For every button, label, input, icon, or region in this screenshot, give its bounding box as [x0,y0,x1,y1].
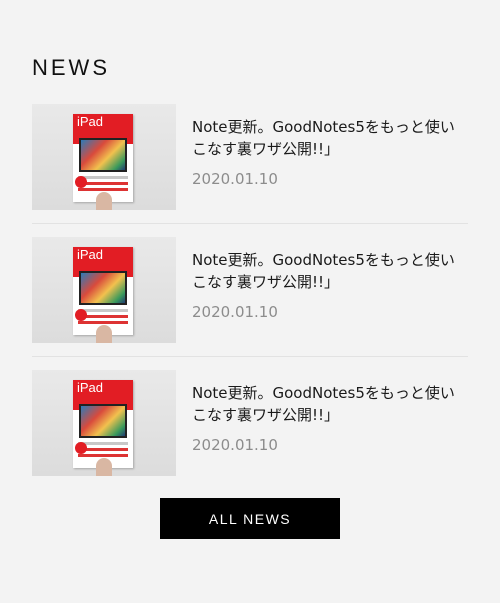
news-date: 2020.01.10 [192,303,278,321]
book-badge [75,442,87,454]
news-list: iPad Note更新。GoodNotes5をもっと使いこなす裏ワザ公開!!」 … [32,104,468,502]
news-item[interactable]: iPad Note更新。GoodNotes5をもっと使いこなす裏ワザ公開!!」 … [32,104,468,224]
book-brand-text: iPad [77,380,104,395]
book-brand-text: iPad [77,247,104,262]
hand-image [96,458,112,476]
news-thumbnail[interactable]: iPad [32,370,176,476]
news-item[interactable]: iPad Note更新。GoodNotes5をもっと使いこなす裏ワザ公開!!」 … [32,370,468,489]
book-badge [75,176,87,188]
news-date: 2020.01.10 [192,436,278,454]
book-illustration [79,138,127,172]
news-thumbnail[interactable]: iPad [32,237,176,343]
book-cover-image: iPad [73,247,133,335]
news-title[interactable]: Note更新。GoodNotes5をもっと使いこなす裏ワザ公開!!」 [192,116,468,160]
book-badge [75,309,87,321]
book-illustration [79,271,127,305]
news-title[interactable]: Note更新。GoodNotes5をもっと使いこなす裏ワザ公開!!」 [192,382,468,426]
book-cover-image: iPad [73,380,133,468]
news-thumbnail[interactable]: iPad [32,104,176,210]
book-brand-text: iPad [77,114,104,129]
hand-image [96,325,112,343]
news-title[interactable]: Note更新。GoodNotes5をもっと使いこなす裏ワザ公開!!」 [192,249,468,293]
all-news-button[interactable]: ALL NEWS [160,498,340,539]
book-cover-image: iPad [73,114,133,202]
hand-image [96,192,112,210]
section-title: NEWS [32,55,110,80]
news-item[interactable]: iPad Note更新。GoodNotes5をもっと使いこなす裏ワザ公開!!」 … [32,237,468,357]
book-illustration [79,404,127,438]
news-date: 2020.01.10 [192,170,278,188]
